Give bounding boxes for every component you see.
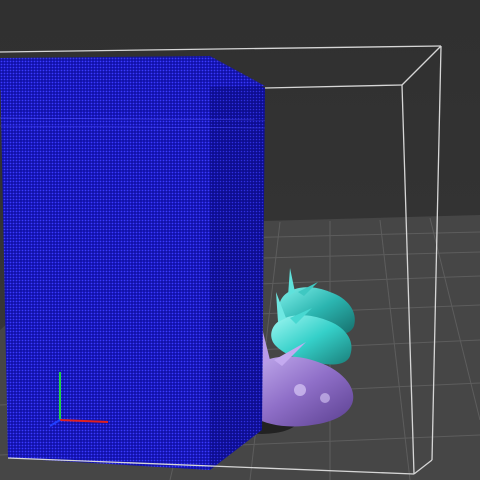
fluid-block-front-face bbox=[0, 58, 210, 470]
fluid-particle-block[interactable] bbox=[0, 56, 266, 470]
scene-canvas[interactable] bbox=[0, 0, 480, 480]
3d-viewport[interactable] bbox=[0, 0, 480, 480]
fluid-block-top-edge bbox=[0, 56, 265, 90]
